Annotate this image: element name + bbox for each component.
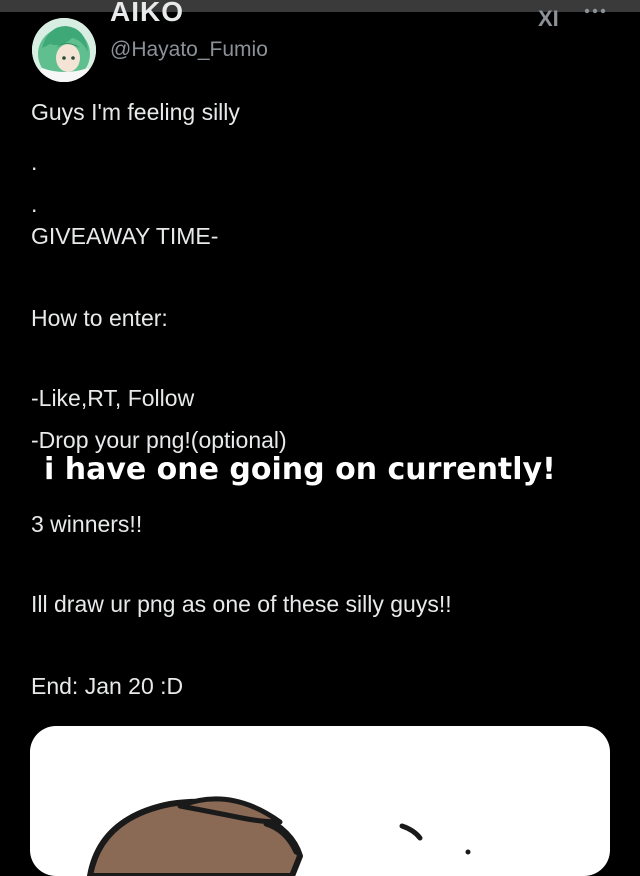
post-line: -Like,RT, Follow xyxy=(31,385,195,411)
post-line: Guys I'm feeling silly xyxy=(31,99,240,125)
post: AIKO @Hayato_Fumio XI Guys I'm feeling s… xyxy=(0,0,640,876)
more-dots-icon[interactable] xyxy=(584,4,606,18)
post-line: End: Jan 20 :D xyxy=(31,673,184,699)
post-image[interactable] xyxy=(30,726,610,876)
post-line: . xyxy=(31,149,38,175)
post-line: 3 winners!! xyxy=(31,511,143,537)
avatar-image xyxy=(32,18,96,82)
post-line: GIVEAWAY TIME- xyxy=(31,223,219,249)
display-name[interactable]: AIKO xyxy=(110,0,184,26)
post-line: -Drop your png!(optional) xyxy=(31,427,287,453)
overlay-caption: i have one going on currently! xyxy=(44,452,556,487)
post-line: How to enter: xyxy=(31,305,168,331)
sketch-drawing xyxy=(87,796,471,876)
post-line: Ill draw ur png as one of these silly gu… xyxy=(31,591,452,617)
post-line: . xyxy=(31,191,38,217)
handle[interactable]: @Hayato_Fumio xyxy=(110,38,268,62)
brand-mark: XI xyxy=(538,6,559,31)
avatar[interactable] xyxy=(32,18,96,82)
